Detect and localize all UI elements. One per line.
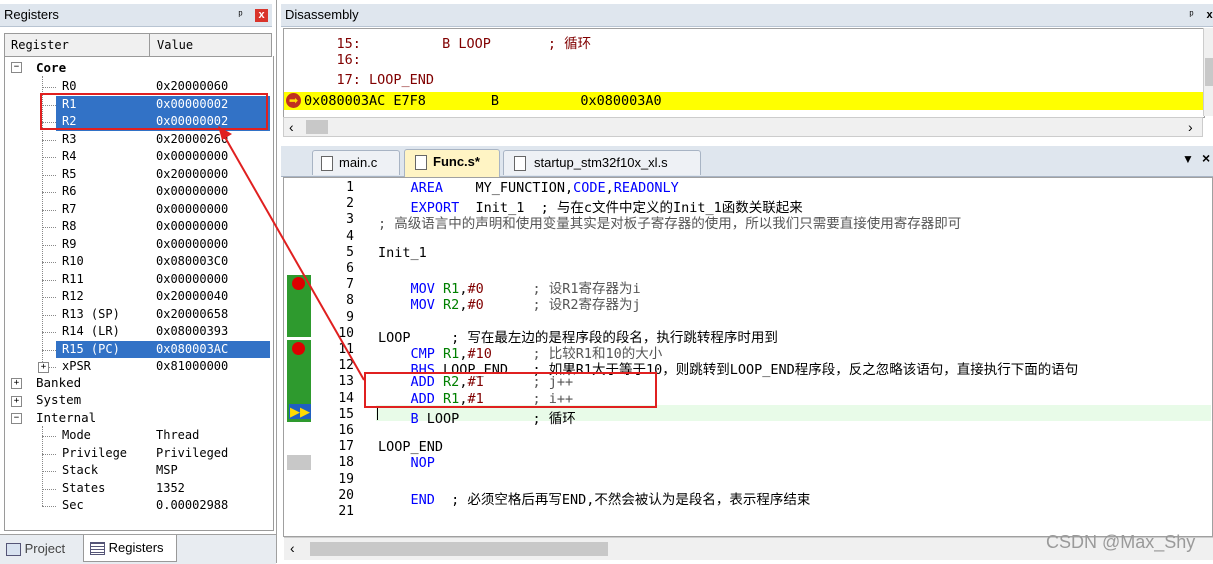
- scroll-left-icon[interactable]: ‹: [290, 540, 295, 556]
- scrollbar-thumb[interactable]: [310, 542, 608, 556]
- arrow-line: [221, 131, 365, 381]
- watermark: CSDN @Max_Shy: [1046, 532, 1196, 552]
- annotation-arrow: [218, 126, 365, 381]
- arrow-head: [218, 126, 232, 140]
